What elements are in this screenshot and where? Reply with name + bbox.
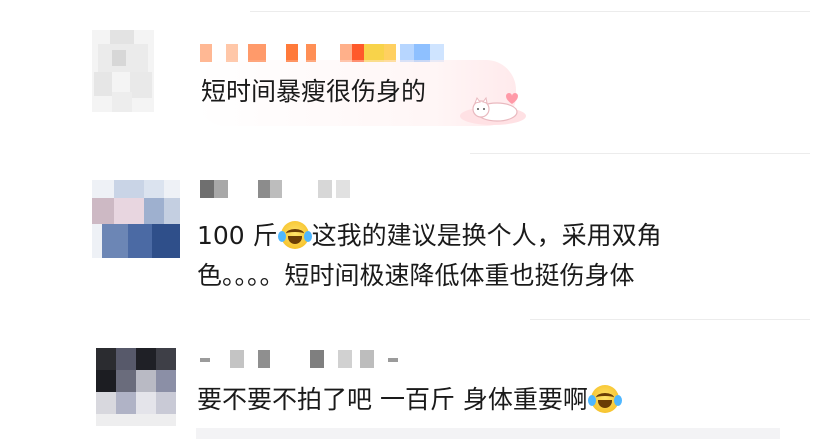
laugh-cry-emoji-icon	[587, 385, 622, 413]
comment-item-1[interactable]: 短时间暴瘦很伤身的	[0, 0, 830, 160]
cat-sticker-icon	[460, 93, 526, 125]
username-redacted[interactable]	[200, 180, 360, 198]
laugh-cry-emoji-icon	[277, 221, 312, 249]
comment-text-line-2: 色。。。。短时间极速降低体重也挺伤身体	[197, 261, 635, 290]
comment-item-2[interactable]: 100 斤 这我的建议是换个人，采用双角 色。。。。短时间极速降低体重也挺伤身体	[0, 160, 830, 320]
comment-text-suffix: 这我的建议是换个人，采用双角	[311, 221, 662, 250]
comment-item-3[interactable]: 要不要不拍了吧 一百斤 身体重要啊	[0, 320, 830, 439]
comment-text: 要不要不拍了吧 一百斤 身体重要啊	[197, 382, 622, 418]
comment-text-content: 要不要不拍了吧 一百斤 身体重要啊	[197, 385, 588, 414]
comment-divider	[470, 153, 810, 154]
comment-text: 短时间暴瘦很伤身的	[201, 77, 427, 106]
bottom-input-bar	[196, 428, 780, 439]
username-redacted[interactable]	[200, 350, 410, 368]
comment-text-line-1: 100 斤 这我的建议是换个人，采用双角	[197, 218, 662, 254]
avatar[interactable]	[92, 180, 180, 258]
comment-text-prefix: 100 斤	[197, 221, 278, 250]
avatar[interactable]	[96, 348, 176, 426]
avatar[interactable]	[92, 30, 154, 112]
